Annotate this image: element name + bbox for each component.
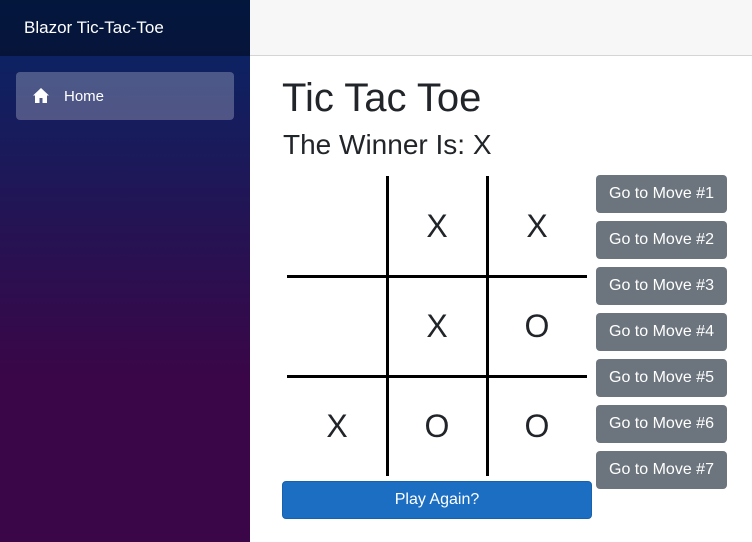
- go-to-move-1-button[interactable]: Go to Move #1: [596, 175, 727, 213]
- board-cell[interactable]: [287, 176, 387, 276]
- main-content: Tic Tac Toe The Winner Is: X X X X O X O…: [250, 56, 752, 542]
- board-cell[interactable]: O: [387, 376, 487, 476]
- move-history: Go to Move #1 Go to Move #2 Go to Move #…: [596, 175, 727, 497]
- app-window: Blazor Tic-Tac-Toe Home Tic Tac Toe The …: [0, 0, 752, 542]
- board-cell[interactable]: O: [487, 376, 587, 476]
- nav-item-label: Home: [64, 87, 105, 105]
- go-to-move-4-button[interactable]: Go to Move #4: [596, 313, 727, 351]
- nav-menu: Home: [0, 56, 250, 120]
- board-cell[interactable]: X: [387, 176, 487, 276]
- home-icon: [32, 87, 50, 105]
- board-cell[interactable]: [287, 276, 387, 376]
- page-title: Tic Tac Toe: [282, 76, 482, 120]
- nav-item-home[interactable]: Home: [16, 72, 234, 120]
- go-to-move-7-button[interactable]: Go to Move #7: [596, 451, 727, 489]
- game-board: X X X O X O O: [287, 176, 587, 476]
- brand-title[interactable]: Blazor Tic-Tac-Toe: [24, 18, 164, 38]
- go-to-move-2-button[interactable]: Go to Move #2: [596, 221, 727, 259]
- brand-bar: Blazor Tic-Tac-Toe: [0, 0, 250, 56]
- sidebar: Blazor Tic-Tac-Toe Home: [0, 0, 250, 542]
- board-cell[interactable]: O: [487, 276, 587, 376]
- play-again-button[interactable]: Play Again?: [282, 481, 592, 519]
- go-to-move-6-button[interactable]: Go to Move #6: [596, 405, 727, 443]
- winner-text: The Winner Is: X: [283, 129, 492, 160]
- board-cell[interactable]: X: [487, 176, 587, 276]
- go-to-move-5-button[interactable]: Go to Move #5: [596, 359, 727, 397]
- board-cell[interactable]: X: [287, 376, 387, 476]
- top-row: [250, 0, 752, 56]
- go-to-move-3-button[interactable]: Go to Move #3: [596, 267, 727, 305]
- board-cell[interactable]: X: [387, 276, 487, 376]
